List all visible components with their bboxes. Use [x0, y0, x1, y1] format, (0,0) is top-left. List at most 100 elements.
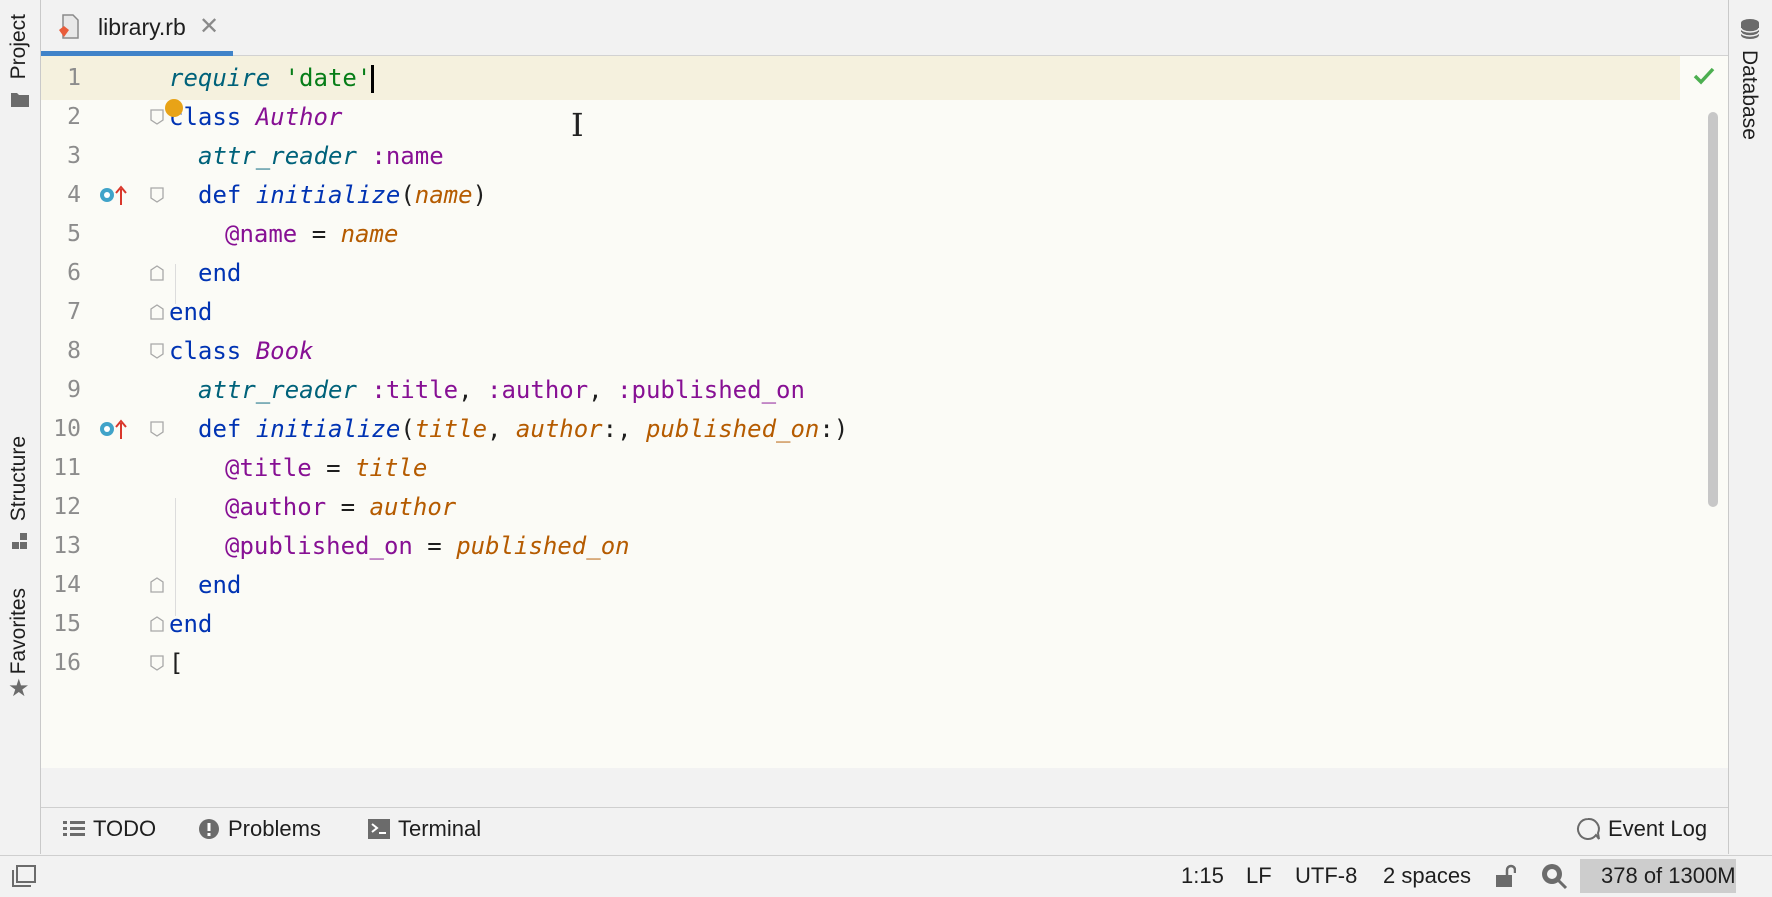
code-line-2: 2 class Author [41, 95, 1728, 139]
event-log-tool-button[interactable]: Event Log [1576, 816, 1707, 842]
vertical-scrollbar[interactable] [1708, 112, 1718, 507]
problems-label: Problems [228, 816, 321, 841]
fold-icon[interactable] [150, 655, 164, 671]
line-number: 10 [53, 416, 81, 442]
structure-icon [12, 533, 27, 549]
code-line-8: 8 class Book [41, 329, 1728, 373]
code-line-6: 6 end [41, 251, 1728, 295]
code-text: end [169, 610, 213, 638]
fold-end-icon[interactable] [150, 265, 164, 281]
code-line-16: 16 [ [41, 641, 1728, 685]
fold-icon[interactable] [150, 109, 164, 125]
overrides-icon[interactable] [98, 183, 128, 207]
code-line-7: 7 end [41, 290, 1728, 334]
tab-library-rb[interactable]: library.rb ✕ [41, 0, 233, 56]
problems-tool-button[interactable]: Problems [198, 816, 321, 842]
indent-setting[interactable]: 2 spaces [1383, 863, 1471, 889]
code-line-3: 3 attr_reader :name [41, 134, 1728, 178]
code-editor[interactable]: 1 require 'date' 2 class Author 3 attr_r… [41, 56, 1728, 768]
project-tool-tab[interactable]: Project [7, 14, 31, 79]
code-line-14: 14 end [41, 563, 1728, 607]
tab-label: library.rb [98, 14, 186, 40]
code-line-5: 5 @name = name [41, 212, 1728, 256]
code-line-9: 9 attr_reader :title, :author, :publishe… [41, 368, 1728, 412]
code-text: @title = title [225, 454, 428, 482]
code-text: end [198, 571, 242, 599]
fold-icon[interactable] [150, 187, 164, 203]
fold-end-icon[interactable] [150, 577, 164, 593]
line-number: 9 [67, 377, 81, 403]
unlock-icon[interactable] [1494, 864, 1516, 888]
line-number: 13 [53, 533, 81, 559]
code-text: end [169, 298, 213, 326]
structure-label: Structure [7, 436, 30, 522]
code-text: def initialize(title, author:, published… [198, 415, 849, 443]
fold-icon[interactable] [150, 421, 164, 437]
todo-label: TODO [93, 816, 157, 841]
status-bar: 1:15 LF UTF-8 2 spaces 378 of 1300M [0, 855, 1772, 897]
left-tool-strip: Project Structure Favorites ★ [0, 0, 41, 854]
project-label: Project [7, 14, 30, 80]
structure-tool-tab[interactable]: Structure [7, 436, 31, 521]
star-icon: ★ [8, 675, 30, 702]
line-number: 14 [53, 572, 81, 598]
code-line-4: 4 def initialize(name) [41, 173, 1728, 217]
close-icon[interactable]: ✕ [199, 12, 219, 41]
code-text: def initialize(name) [198, 181, 488, 209]
memory-label: 378 of 1300M [1601, 863, 1736, 888]
fold-end-icon[interactable] [150, 616, 164, 632]
line-number: 3 [67, 143, 81, 169]
line-number: 1 [67, 65, 81, 91]
event-log-label: Event Log [1608, 816, 1708, 841]
caret-position[interactable]: 1:15 [1181, 863, 1224, 889]
fold-icon[interactable] [150, 343, 164, 359]
editor-tab-bar: library.rb ✕ [41, 0, 1728, 56]
code-text: @published_on = published_on [225, 532, 630, 560]
database-label: Database [1738, 50, 1761, 140]
code-line-10: 10 def initialize(title, author:, publis… [41, 407, 1728, 451]
code-line-11: 11 @title = title [41, 446, 1728, 490]
terminal-icon [368, 819, 390, 839]
line-separator[interactable]: LF [1246, 863, 1272, 889]
line-number: 16 [53, 650, 81, 676]
text-caret [371, 65, 375, 93]
line-number: 2 [67, 104, 81, 130]
code-text: end [198, 259, 242, 287]
code-line-13: 13 @published_on = published_on [41, 524, 1728, 568]
event-log-icon [1577, 817, 1600, 840]
bulb-indicator-icon[interactable] [165, 99, 183, 117]
favorites-label: Favorites [7, 588, 30, 675]
code-text: class Book [169, 337, 314, 365]
code-text: attr_reader :name [198, 142, 444, 170]
fold-end-icon[interactable] [150, 304, 164, 320]
line-number: 7 [67, 299, 81, 325]
line-number: 15 [53, 611, 81, 637]
inspector-icon[interactable] [1540, 862, 1570, 890]
line-number: 8 [67, 338, 81, 364]
line-number: 5 [67, 221, 81, 247]
code-text: @author = author [225, 493, 457, 521]
code-text: require 'date' [169, 56, 375, 100]
line-number: 12 [53, 494, 81, 520]
list-icon [63, 821, 85, 836]
overrides-icon[interactable] [98, 417, 128, 441]
line-number: 6 [67, 260, 81, 286]
toggle-tool-windows-icon[interactable] [12, 865, 36, 887]
code-text: attr_reader :title, :author, :published_… [198, 376, 805, 404]
code-line-1: 1 require 'date' [41, 56, 1728, 100]
terminal-tool-button[interactable]: Terminal [368, 816, 481, 842]
code-text: [ [169, 649, 184, 677]
line-number: 4 [67, 182, 81, 208]
database-icon [1740, 19, 1760, 39]
folder-icon [11, 93, 29, 107]
todo-tool-button[interactable]: TODO [63, 816, 156, 842]
favorites-tool-tab[interactable]: Favorites [7, 588, 31, 674]
code-text: class Author [169, 103, 343, 131]
code-line-12: 12 @author = author [41, 485, 1728, 529]
code-text: @name = name [225, 220, 399, 248]
code-line-15: 15 end [41, 602, 1728, 646]
line-number: 11 [53, 455, 81, 481]
database-tool-tab[interactable]: Database [1737, 50, 1761, 140]
text-cursor-icon: I [571, 106, 584, 144]
file-encoding[interactable]: UTF-8 [1295, 863, 1357, 889]
